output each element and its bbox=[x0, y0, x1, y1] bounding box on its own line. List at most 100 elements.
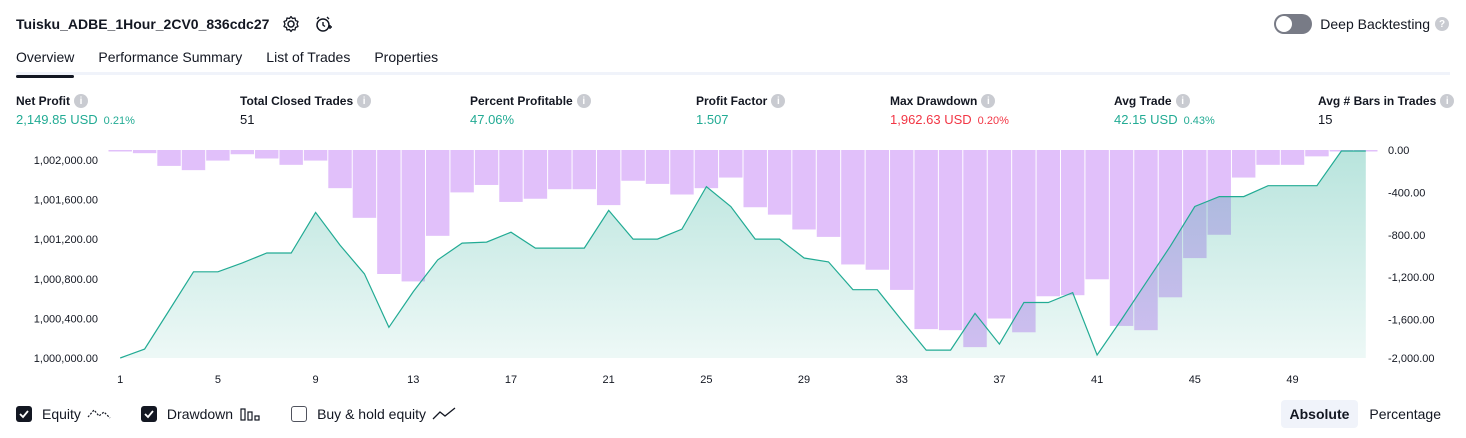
drawdown-bar bbox=[548, 150, 572, 190]
drawdown-bar bbox=[914, 150, 938, 330]
checkbox-unchecked-icon[interactable] bbox=[291, 406, 308, 422]
legend-buy-hold[interactable]: Buy & hold equity bbox=[291, 406, 456, 422]
alert-clock-icon[interactable] bbox=[313, 14, 333, 34]
gear-icon[interactable] bbox=[281, 14, 301, 34]
info-icon[interactable]: i bbox=[576, 94, 591, 108]
value-mode-toggle: Absolute Percentage bbox=[1279, 400, 1451, 428]
metric-label: Max Drawdown bbox=[890, 94, 978, 108]
x-axis-tick-label: 1 bbox=[117, 374, 123, 386]
drawdown-bar bbox=[841, 150, 865, 265]
drawdown-bar bbox=[743, 150, 767, 208]
drawdown-bar bbox=[425, 150, 450, 236]
drawdown-bar bbox=[572, 150, 596, 190]
right-axis-tick-label: -2,000.00 bbox=[1388, 353, 1434, 365]
drawdown-bar bbox=[621, 150, 645, 181]
chart-legend: Equity Drawdown Buy & hold equity bbox=[16, 403, 486, 425]
metric-label: Profit Factor bbox=[696, 94, 768, 108]
x-axis-tick-label: 45 bbox=[1189, 374, 1201, 386]
legend-label: Buy & hold equity bbox=[317, 406, 427, 422]
metric-value: 1,962.63 USD bbox=[890, 112, 972, 127]
right-axis-tick-label: -800.00 bbox=[1388, 230, 1425, 242]
mode-percentage-button[interactable]: Percentage bbox=[1360, 400, 1450, 428]
info-icon[interactable]: i bbox=[771, 94, 786, 108]
drawdown-bar bbox=[206, 150, 230, 161]
right-axis: 0.00 -400.00 -800.00 -1,200.00 -1,600.00 -2,0… bbox=[1388, 145, 1434, 365]
drawdown-bar bbox=[719, 150, 743, 178]
left-axis-tick-label: 1,001,600.00 bbox=[34, 195, 98, 207]
metric-value: 42.15 USD bbox=[1114, 112, 1178, 127]
metric-value: 1.507 bbox=[696, 112, 729, 127]
drawdown-bar bbox=[401, 150, 426, 282]
drawdown-bar bbox=[1109, 150, 1134, 326]
drawdown-bar bbox=[352, 150, 377, 218]
drawdown-bar bbox=[1085, 150, 1109, 280]
x-axis: 1 5 9 13 17 21 25 29 33 37 41 45 49 bbox=[117, 374, 1298, 386]
drawdown-bar bbox=[450, 150, 474, 193]
checkbox-checked-icon[interactable] bbox=[140, 406, 157, 422]
metric-percent: 0.20% bbox=[977, 115, 1009, 127]
info-icon[interactable]: i bbox=[74, 94, 88, 108]
drawdown-bar bbox=[255, 150, 279, 159]
left-axis-tick-label: 1,002,000.00 bbox=[34, 155, 98, 167]
legend-drawdown[interactable]: Drawdown bbox=[140, 406, 261, 422]
info-icon[interactable]: i bbox=[981, 94, 996, 108]
drawdown-bar bbox=[303, 150, 328, 161]
drawdown-bar bbox=[1036, 150, 1061, 297]
metric-label: Avg Trade bbox=[1114, 94, 1172, 108]
drawdown-bar bbox=[523, 150, 548, 199]
drawdown-bar bbox=[865, 150, 890, 270]
drawdown-bar bbox=[816, 150, 841, 237]
checkbox-checked-icon[interactable] bbox=[16, 406, 32, 422]
left-axis-tick-label: 1,000,400.00 bbox=[34, 313, 98, 325]
x-axis-tick-label: 37 bbox=[993, 374, 1005, 386]
drawdown-bar bbox=[792, 150, 816, 230]
right-axis-tick-label: -1,600.00 bbox=[1388, 315, 1434, 327]
drawdown-bar bbox=[938, 150, 963, 331]
left-axis: 1,002,000.00 1,001,600.00 1,001,200.00 1,00… bbox=[34, 155, 98, 365]
drawdown-bar bbox=[694, 150, 719, 189]
drawdown-bar bbox=[767, 150, 792, 215]
metric-net-profit: Net Profit i 2,149.85 USD 0.21% bbox=[16, 93, 135, 129]
x-axis-tick-label: 9 bbox=[313, 374, 319, 386]
info-icon[interactable]: i bbox=[1440, 94, 1455, 108]
drawdown-bar bbox=[132, 150, 157, 154]
metric-max-drawdown: Max Drawdown i 1,962.63 USD 0.20% bbox=[890, 93, 1009, 129]
metric-value: 51 bbox=[240, 112, 255, 127]
toggle-knob bbox=[1276, 16, 1293, 32]
x-axis-tick-label: 33 bbox=[896, 374, 908, 386]
buy-hold-line-icon bbox=[432, 407, 456, 421]
strategy-title: Tuisku_ADBE_1Hour_2CV0_836cdc27 bbox=[16, 16, 270, 32]
info-icon[interactable]: i bbox=[1175, 94, 1190, 108]
drawdown-bars-icon bbox=[239, 407, 261, 421]
legend-equity[interactable]: Equity bbox=[16, 406, 111, 422]
metric-value: 47.06% bbox=[470, 112, 515, 127]
drawdown-bar bbox=[181, 150, 206, 171]
drawdown-bar bbox=[1231, 150, 1256, 178]
left-axis-tick-label: 1,001,200.00 bbox=[34, 234, 98, 246]
drawdown-bar bbox=[596, 150, 621, 206]
metric-profit-factor: Profit Factor i 1.507 bbox=[696, 93, 786, 129]
mode-absolute-button[interactable]: Absolute bbox=[1280, 400, 1359, 428]
drawdown-bar bbox=[645, 150, 670, 184]
legend-label: Drawdown bbox=[166, 406, 234, 422]
right-axis-tick-label: 0.00 bbox=[1388, 145, 1409, 157]
deep-backtesting-label: Deep Backtesting bbox=[1320, 16, 1430, 32]
metric-percent: 0.43% bbox=[1183, 115, 1215, 127]
info-icon[interactable]: i bbox=[357, 94, 372, 108]
x-axis-tick-label: 5 bbox=[215, 374, 221, 386]
deep-backtesting-control: Deep Backtesting ? bbox=[1274, 13, 1449, 35]
left-axis-tick-label: 1,000,000.00 bbox=[34, 353, 98, 365]
drawdown-bar bbox=[1060, 150, 1085, 296]
metric-percent-profitable: Percent Profitable i 47.06% bbox=[470, 93, 591, 129]
x-axis-tick-label: 17 bbox=[505, 374, 517, 386]
x-axis-tick-label: 49 bbox=[1286, 374, 1298, 386]
deep-backtesting-toggle[interactable] bbox=[1274, 14, 1313, 34]
drawdown-bar bbox=[377, 150, 401, 274]
drawdown-bar bbox=[670, 150, 694, 195]
metric-label: Net Profit bbox=[16, 94, 70, 108]
help-icon[interactable]: ? bbox=[1435, 17, 1449, 31]
drawdown-bar bbox=[474, 150, 499, 185]
equity-drawdown-chart[interactable]: 1,002,000.00 1,001,600.00 1,001,200.00 1,00… bbox=[0, 140, 1466, 398]
metric-value: 2,149.85 USD bbox=[16, 112, 98, 127]
metric-percent: 0.21% bbox=[103, 115, 135, 127]
